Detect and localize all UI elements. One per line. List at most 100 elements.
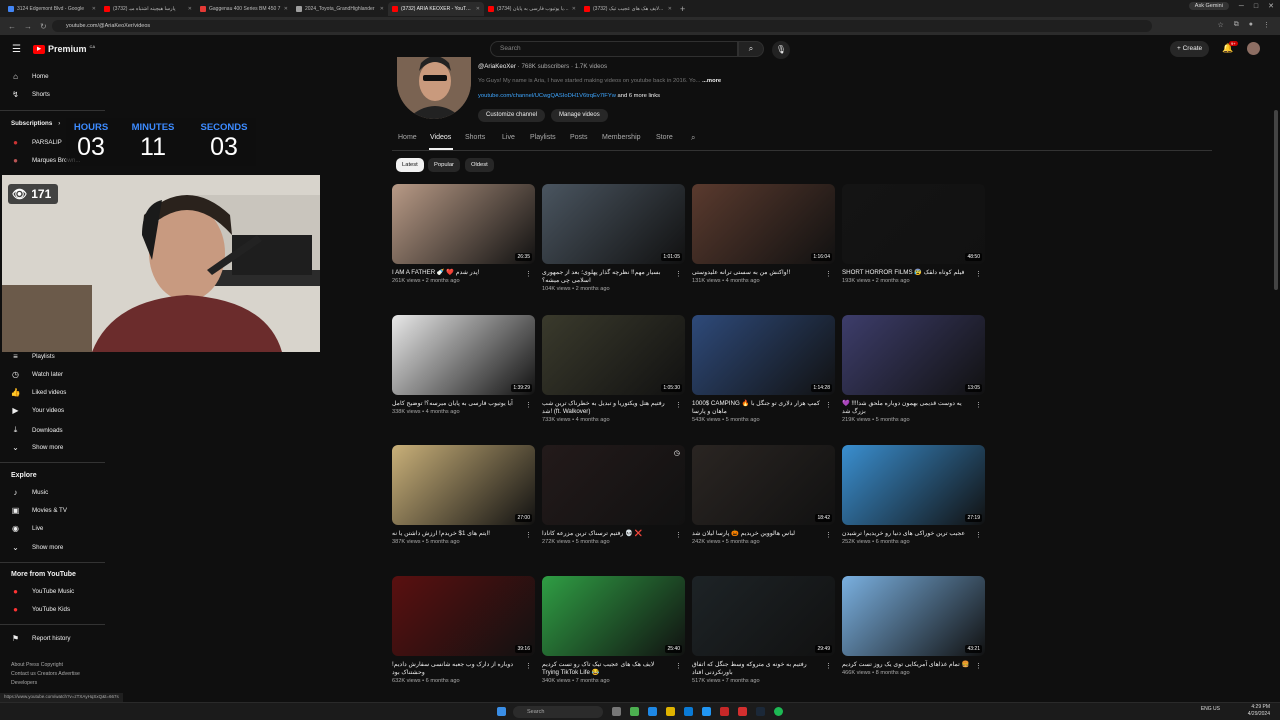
maximize-icon[interactable]: □: [1254, 3, 1258, 10]
create-button[interactable]: + Create: [1170, 41, 1210, 57]
language-indicator[interactable]: ENG US: [1201, 706, 1220, 713]
microphone-icon[interactable]: 🎙: [772, 41, 790, 59]
browser-tab[interactable]: (3732) ARIA KEOXER - YouTube ✕: [388, 1, 484, 16]
more-actions-icon[interactable]: ⋮: [975, 662, 982, 670]
tab-videos[interactable]: Videos: [430, 134, 451, 141]
video-thumbnail[interactable]: 39:16: [392, 576, 535, 656]
video-thumbnail[interactable]: 1:14:28: [692, 315, 835, 395]
video-card[interactable]: 27:19 عجیب ترین خوراکی های دنیا رو خریدیم…: [842, 445, 985, 545]
video-card[interactable]: 18:42 لباس هالووین خریدیم 🎃 پارسا لیلان ش…: [692, 445, 835, 545]
browser-tab[interactable]: (3732) پارسا هیچینه اشتباه میـ ✕: [100, 2, 196, 16]
video-title[interactable]: تمام غذاهای آمریکایی توی یک روز تست کردی…: [842, 661, 985, 669]
more-actions-icon[interactable]: ⋮: [825, 662, 832, 670]
tab-close-icon[interactable]: ✕: [284, 6, 288, 12]
tab-close-icon[interactable]: ✕: [92, 6, 96, 12]
video-thumbnail[interactable]: 29:49: [692, 576, 835, 656]
tab-close-icon[interactable]: ✕: [188, 6, 192, 12]
footer-links-2[interactable]: Contact us Creators Advertise: [11, 671, 80, 677]
tab-close-icon[interactable]: ✕: [380, 6, 384, 12]
video-card[interactable]: 43:21 تمام غذاهای آمریکایی توی یک روز تست…: [842, 576, 985, 676]
video-thumbnail[interactable]: 27:00: [392, 445, 535, 525]
folder-icon[interactable]: [666, 707, 675, 716]
search-input[interactable]: Search: [490, 41, 738, 57]
video-card[interactable]: 29:49 رفتیم به خونه ی متروکه وسط جنگل که …: [692, 576, 835, 684]
more-actions-icon[interactable]: ⋮: [675, 401, 682, 409]
video-thumbnail[interactable]: 1:01:05: [542, 184, 685, 264]
tab-close-icon[interactable]: ✕: [476, 6, 480, 12]
video-title[interactable]: دوباره از دارک وب جعبه شانسی سفارش دادیم…: [392, 661, 535, 677]
video-title[interactable]: رفتیم ترسناک ترین مزرعه کانادا 💀 ❌: [542, 530, 685, 538]
page-scrollbar[interactable]: [1274, 110, 1278, 290]
chip-oldest[interactable]: Oldest: [465, 158, 494, 172]
sidebar-subscriptions-header[interactable]: Subscriptions ›: [11, 120, 60, 127]
sidebar-item-yt-kids[interactable]: ● YouTube Kids: [10, 605, 70, 614]
browser-tab[interactable]: Gaggenau 400 Series BM 450 7 ✕: [196, 2, 292, 16]
video-card[interactable]: 26:35 I AM A FATHER 🍼 ❤️ پدر شدم! 261K vie…: [392, 184, 535, 284]
sidebar-show-more[interactable]: ⌄ Show more: [10, 443, 63, 452]
sidebar-item-your-videos[interactable]: ▶ Your videos: [10, 406, 64, 415]
reload-icon[interactable]: ↻: [40, 22, 47, 31]
channel-search-icon[interactable]: ⌕: [691, 133, 695, 143]
video-thumbnail[interactable]: 48:50: [842, 184, 985, 264]
back-icon[interactable]: ←: [8, 22, 16, 31]
video-thumbnail[interactable]: 1:05:30: [542, 315, 685, 395]
video-title[interactable]: لباس هالووین خریدیم 🎃 پارسا لیلان شد: [692, 530, 835, 538]
search-icon[interactable]: ⌕: [738, 41, 764, 57]
description-more-link[interactable]: ...more: [702, 78, 721, 84]
tab-store[interactable]: Store: [656, 134, 673, 141]
sidebar-item-shorts[interactable]: ↯ Shorts: [10, 90, 50, 99]
taskbar-search[interactable]: Search: [513, 706, 603, 718]
ask-gemini-button[interactable]: Ask Gemini: [1188, 2, 1229, 10]
video-card[interactable]: 25:40 لایف هک های عجیب تیک تاک رو تست کرد…: [542, 576, 685, 684]
video-card[interactable]: 13:05 یه دوست قدیمی بهمون دوباره ملحق شد!…: [842, 315, 985, 423]
hamburger-menu-icon[interactable]: ☰: [12, 44, 21, 55]
more-actions-icon[interactable]: ⋮: [825, 531, 832, 539]
sidebar-item-yt-music[interactable]: ● YouTube Music: [10, 587, 74, 596]
url-field[interactable]: youtube.com/@AriaKeoXer/videos: [52, 20, 1152, 32]
video-thumbnail[interactable]: 1:16:04: [692, 184, 835, 264]
video-card[interactable]: ◷ رفتیم ترسناک ترین مزرعه کانادا 💀 ❌ 272K …: [542, 445, 685, 545]
browser-tab[interactable]: 3124 Edgemont Blvd - Google ✕: [4, 2, 100, 16]
tab-home[interactable]: Home: [398, 134, 417, 141]
clock[interactable]: 4:29 PM 4/29/2024: [1248, 704, 1270, 718]
app-icon-2[interactable]: [738, 707, 747, 716]
more-actions-icon[interactable]: ⋮: [675, 662, 682, 670]
video-thumbnail[interactable]: 1:39:29: [392, 315, 535, 395]
video-title[interactable]: I AM A FATHER 🍼 ❤️ پدر شدم!: [392, 269, 535, 277]
video-thumbnail[interactable]: ◷: [542, 445, 685, 525]
spotify-icon[interactable]: [774, 707, 783, 716]
channel-links[interactable]: youtube.com/channel/UCwgQASIoDH1V6trqEv7…: [478, 93, 660, 99]
tab-shorts[interactable]: Shorts: [465, 134, 485, 141]
video-title[interactable]: عجیب ترین خوراکی های دنیا رو خریدیم! ترش…: [842, 530, 985, 538]
account-avatar[interactable]: [1247, 42, 1260, 55]
tab-close-icon[interactable]: ✕: [572, 6, 576, 12]
video-thumbnail[interactable]: 25:40: [542, 576, 685, 656]
more-actions-icon[interactable]: ⋮: [525, 270, 532, 278]
video-card[interactable]: 27:00 ایتم های 1$ خریدم! ارزش داشتن یا نه…: [392, 445, 535, 545]
sidebar-item-movies[interactable]: ▣ Movies & TV: [10, 506, 67, 515]
more-actions-icon[interactable]: ⋮: [825, 270, 832, 278]
more-actions-icon[interactable]: ⋮: [525, 662, 532, 670]
video-title[interactable]: رفتیم به خونه ی متروکه وسط جنگل که اتفاق…: [692, 661, 835, 677]
steam-icon[interactable]: [756, 707, 765, 716]
start-icon[interactable]: [497, 707, 506, 716]
video-card[interactable]: 1:01:05 بسیار مهم!! نظرچه گذار پهلوی؛ بعد…: [542, 184, 685, 292]
channel-description[interactable]: Yo Guys! My name is Aria, I have started…: [478, 78, 721, 84]
sidebar-item-live[interactable]: ◉ Live: [10, 524, 43, 533]
video-title[interactable]: لایف هک های عجیب تیک تاک رو تست کردیم Tr…: [542, 661, 685, 677]
browser-tab[interactable]: (3734) آیا یوتیوب فارسی به پایان...✕: [484, 2, 580, 16]
watch-later-icon[interactable]: ◷: [672, 448, 682, 458]
more-actions-icon[interactable]: ⋮: [525, 401, 532, 409]
more-actions-icon[interactable]: ⋮: [675, 270, 682, 278]
video-title[interactable]: بسیار مهم!! نظرچه گذار پهلوی؛ بعد از جمه…: [542, 269, 685, 285]
file-explorer-icon[interactable]: [612, 707, 621, 716]
youtube-premium-logo[interactable]: ▶ Premium CA: [33, 44, 95, 54]
more-actions-icon[interactable]: ⋮: [825, 401, 832, 409]
video-card[interactable]: 48:50 SHORT HORROR FILMS 😰 فیلم کوتاه دلق…: [842, 184, 985, 284]
tab-live[interactable]: Live: [502, 134, 515, 141]
channel-link[interactable]: youtube.com/channel/UCwgQASIoDH1V6trqEv7…: [478, 93, 616, 99]
sidebar-item-watch-later[interactable]: ◷ Watch later: [10, 370, 63, 379]
tab-playlists[interactable]: Playlists: [530, 134, 556, 141]
video-thumbnail[interactable]: 13:05: [842, 315, 985, 395]
channel-avatar[interactable]: [397, 57, 471, 119]
